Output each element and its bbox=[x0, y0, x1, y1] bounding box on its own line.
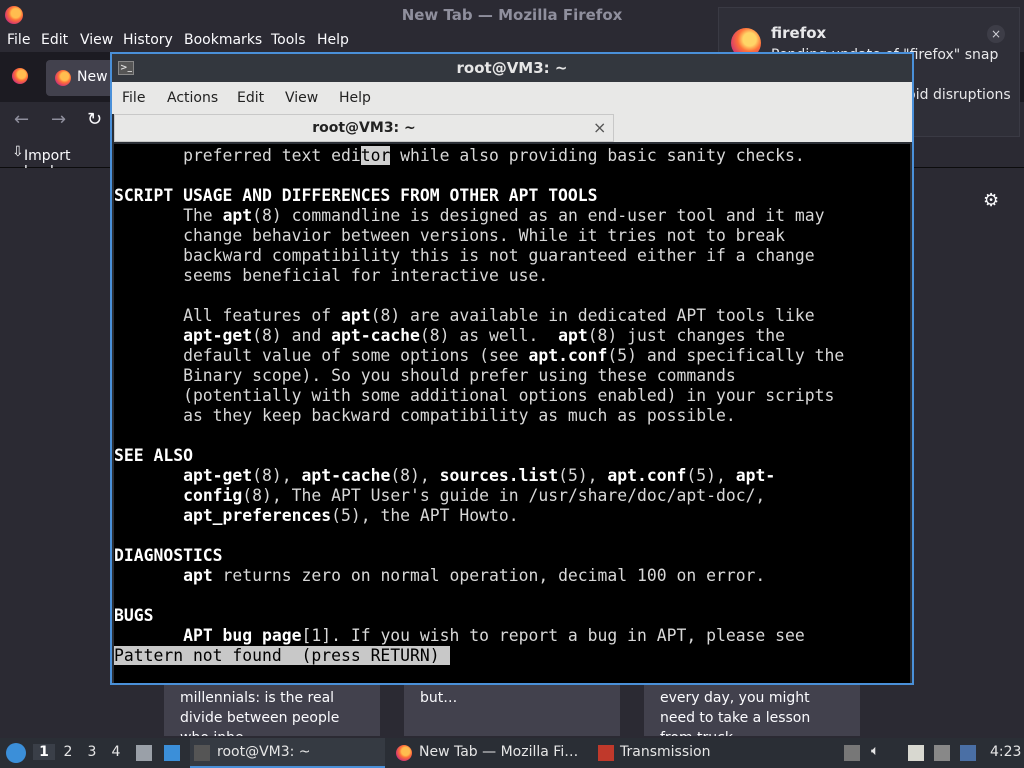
notification-title: firefox bbox=[771, 24, 827, 42]
story-card-text: every day, you might need to take a less… bbox=[660, 690, 811, 736]
terminal-line: APT bug page[1]. If you wish to report a… bbox=[183, 626, 805, 645]
firefox-icon bbox=[396, 745, 412, 761]
menu-view[interactable]: View bbox=[80, 32, 113, 48]
reload-icon[interactable]: ↻ bbox=[87, 109, 102, 130]
story-card-text: millennials: is the real divide between … bbox=[180, 690, 340, 736]
menu-file[interactable]: File bbox=[7, 32, 30, 48]
terminal-icon: >_ bbox=[118, 61, 134, 75]
terminal-line: Binary scope). So you should prefer usin… bbox=[114, 366, 736, 385]
terminal-menubar: File Actions Edit View Help bbox=[112, 82, 912, 114]
terminal-menu-help[interactable]: Help bbox=[339, 90, 371, 106]
terminal-line: apt-get(8) and apt-cache(8) as well. apt… bbox=[183, 326, 786, 345]
terminal-window-title: root@VM3: ~ bbox=[456, 59, 568, 77]
terminal-line: config(8), The APT User's guide in /usr/… bbox=[183, 486, 766, 505]
terminal-menu-edit[interactable]: Edit bbox=[237, 90, 264, 106]
terminal-line: seems beneficial for interactive use. bbox=[114, 266, 549, 285]
clock: 4:23 bbox=[990, 744, 1022, 760]
network-icon[interactable] bbox=[934, 745, 950, 761]
terminal-window[interactable]: >_ root@VM3: ~ File Actions Edit View He… bbox=[110, 52, 914, 685]
terminal-menu-actions[interactable]: Actions bbox=[167, 90, 218, 106]
firefox-window-title: New Tab — Mozilla Firefox bbox=[401, 6, 623, 24]
terminal-line: default value of some options (see apt.c… bbox=[114, 346, 845, 365]
terminal-line: preferred text editor while also providi… bbox=[114, 146, 805, 165]
gear-icon[interactable]: ⚙ bbox=[983, 190, 999, 211]
terminal-line: as they keep backward compatibility as m… bbox=[114, 406, 736, 425]
terminal-line: (potentially with some additional option… bbox=[114, 386, 835, 405]
firefox-icon bbox=[5, 6, 23, 24]
terminal-line: DIAGNOSTICS bbox=[114, 546, 223, 565]
story-card[interactable]: expensive specialists—but… bbox=[404, 676, 620, 736]
workspace-3[interactable]: 3 bbox=[81, 744, 103, 760]
taskbar-item-transmission[interactable]: Transmission bbox=[594, 738, 744, 768]
close-icon[interactable]: × bbox=[987, 25, 1005, 43]
menu-edit[interactable]: Edit bbox=[41, 32, 68, 48]
updates-icon[interactable] bbox=[844, 745, 860, 761]
volume-icon[interactable]: 🔈︎ bbox=[871, 743, 879, 759]
workspace-4[interactable]: 4 bbox=[105, 744, 127, 760]
terminal-line: BUGS bbox=[114, 606, 154, 625]
story-card[interactable]: Forget boomers v millennials: is the rea… bbox=[164, 676, 380, 736]
clipboard-icon[interactable] bbox=[908, 745, 924, 761]
menu-help[interactable]: Help bbox=[317, 32, 349, 48]
close-icon[interactable]: × bbox=[593, 115, 606, 141]
taskbar-item-label: root@VM3: ~ bbox=[217, 744, 311, 760]
firefox-view-icon[interactable] bbox=[12, 68, 28, 84]
terminal-tabbar-fill bbox=[614, 114, 912, 142]
terminal-icon bbox=[194, 745, 210, 761]
terminal-line: apt_preferences(5), the APT Howto. bbox=[183, 506, 519, 525]
terminal-line: change behavior between versions. While … bbox=[114, 226, 786, 245]
terminal-line: All features of apt(8) are available in … bbox=[114, 306, 815, 325]
workspace-1[interactable]: 1 bbox=[33, 744, 55, 760]
terminal-menu-view[interactable]: View bbox=[285, 90, 318, 106]
tab-label: New bbox=[77, 69, 108, 85]
terminal-tab-title: root@VM3: ~ bbox=[312, 120, 416, 136]
start-menu-icon[interactable] bbox=[6, 743, 26, 763]
forward-icon[interactable]: → bbox=[51, 109, 66, 130]
taskbar-item-label: New Tab — Mozilla Fi… bbox=[419, 744, 579, 760]
terminal-line: backward compatibility this is not guara… bbox=[114, 246, 815, 265]
show-desktop-icon[interactable] bbox=[164, 745, 180, 761]
taskbar-item-label: Transmission bbox=[620, 744, 711, 760]
firefox-tab-icon bbox=[55, 70, 71, 86]
terminal-line: SCRIPT USAGE AND DIFFERENCES FROM OTHER … bbox=[114, 186, 598, 205]
story-card[interactable]: If you're waking up tired every day, you… bbox=[644, 676, 860, 736]
file-manager-icon[interactable] bbox=[136, 745, 152, 761]
transmission-icon bbox=[598, 745, 614, 761]
terminal-line: The apt(8) commandline is designed as an… bbox=[114, 206, 825, 225]
back-icon[interactable]: ← bbox=[14, 109, 29, 130]
terminal-line: SEE ALSO bbox=[114, 446, 193, 465]
terminal-output[interactable]: preferred text editor while also providi… bbox=[114, 144, 910, 683]
workspace-2[interactable]: 2 bbox=[57, 744, 79, 760]
menu-tools[interactable]: Tools bbox=[271, 32, 306, 48]
terminal-line: apt-get(8), apt-cache(8), sources.list(5… bbox=[183, 466, 776, 485]
menu-bookmarks[interactable]: Bookmarks bbox=[184, 32, 262, 48]
taskbar-item-firefox[interactable]: New Tab — Mozilla Fi… bbox=[392, 738, 587, 768]
menu-history[interactable]: History bbox=[123, 32, 173, 48]
tray-app-icon[interactable] bbox=[960, 745, 976, 761]
taskbar: 1 2 3 4 root@VM3: ~ New Tab — Mozilla Fi… bbox=[0, 738, 1024, 768]
taskbar-item-terminal[interactable]: root@VM3: ~ bbox=[190, 738, 385, 768]
terminal-tab[interactable]: root@VM3: ~ × bbox=[114, 114, 614, 142]
pager-status-line: Pattern not found (press RETURN) bbox=[114, 646, 450, 665]
terminal-titlebar[interactable]: >_ root@VM3: ~ bbox=[112, 54, 912, 82]
import-bookmarks-button[interactable]: ⇩ Import book bbox=[12, 144, 70, 180]
terminal-line: apt returns zero on normal operation, de… bbox=[183, 566, 766, 585]
terminal-menu-file[interactable]: File bbox=[122, 90, 145, 106]
